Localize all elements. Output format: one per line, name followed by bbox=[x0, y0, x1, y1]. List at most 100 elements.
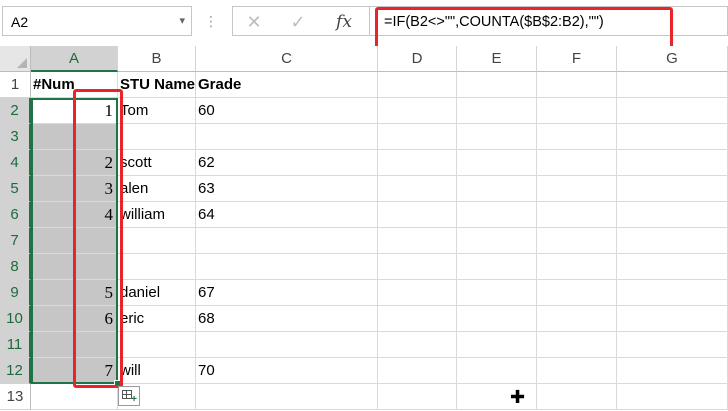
row-header-7[interactable]: 7 bbox=[0, 228, 31, 254]
row-header-11[interactable]: 11 bbox=[0, 332, 31, 358]
row-header-3[interactable]: 3 bbox=[0, 124, 31, 150]
cell-e11[interactable] bbox=[457, 332, 537, 358]
cell-b1[interactable]: STU Name bbox=[118, 72, 196, 98]
cell-a4[interactable]: 2 bbox=[31, 150, 118, 176]
row-header-6[interactable]: 6 bbox=[0, 202, 31, 228]
cell-c6[interactable]: 64 bbox=[196, 202, 378, 228]
dropdown-arrow-icon[interactable]: ▾ bbox=[179, 14, 185, 27]
cell-a8[interactable] bbox=[31, 254, 118, 280]
cell-c1[interactable]: Grade bbox=[196, 72, 378, 98]
cell-a10[interactable]: 6 bbox=[31, 306, 118, 332]
cell-a1[interactable]: #Num bbox=[31, 72, 118, 98]
row-header-12[interactable]: 12 bbox=[0, 358, 31, 384]
cell-c13[interactable] bbox=[196, 384, 378, 410]
cell-b3[interactable] bbox=[118, 124, 196, 150]
cell-c11[interactable] bbox=[196, 332, 378, 358]
cell-f1[interactable] bbox=[537, 72, 617, 98]
cell-a5[interactable]: 3 bbox=[31, 176, 118, 202]
cell-c3[interactable] bbox=[196, 124, 378, 150]
enter-icon[interactable]: ✓ bbox=[285, 11, 311, 33]
cell-f11[interactable] bbox=[537, 332, 617, 358]
row-header-9[interactable]: 9 bbox=[0, 280, 31, 306]
cell-g11[interactable] bbox=[617, 332, 728, 358]
cell-d12[interactable] bbox=[378, 358, 457, 384]
cell-c2[interactable]: 60 bbox=[196, 98, 378, 124]
cell-a11[interactable] bbox=[31, 332, 118, 358]
cell-d5[interactable] bbox=[378, 176, 457, 202]
quick-analysis-icon[interactable]: + bbox=[118, 386, 140, 406]
cell-g1[interactable] bbox=[617, 72, 728, 98]
cell-b6[interactable]: william bbox=[118, 202, 196, 228]
cell-e6[interactable] bbox=[457, 202, 537, 228]
cell-a7[interactable] bbox=[31, 228, 118, 254]
cell-d2[interactable] bbox=[378, 98, 457, 124]
cell-f2[interactable] bbox=[537, 98, 617, 124]
cell-a9[interactable]: 5 bbox=[31, 280, 118, 306]
row-header-13[interactable]: 13 bbox=[0, 384, 31, 410]
cell-e9[interactable] bbox=[457, 280, 537, 306]
cell-d9[interactable] bbox=[378, 280, 457, 306]
cell-d7[interactable] bbox=[378, 228, 457, 254]
cell-g10[interactable] bbox=[617, 306, 728, 332]
cell-c5[interactable]: 63 bbox=[196, 176, 378, 202]
cell-g3[interactable] bbox=[617, 124, 728, 150]
cell-c12[interactable]: 70 bbox=[196, 358, 378, 384]
cell-a2[interactable]: 1 bbox=[31, 98, 118, 124]
cell-a13[interactable] bbox=[31, 384, 118, 410]
cell-e3[interactable] bbox=[457, 124, 537, 150]
cell-e8[interactable] bbox=[457, 254, 537, 280]
cell-a12[interactable]: 7 bbox=[31, 358, 118, 384]
cell-f6[interactable] bbox=[537, 202, 617, 228]
cell-c8[interactable] bbox=[196, 254, 378, 280]
cell-f12[interactable] bbox=[537, 358, 617, 384]
cell-d4[interactable] bbox=[378, 150, 457, 176]
cell-f8[interactable] bbox=[537, 254, 617, 280]
cell-d10[interactable] bbox=[378, 306, 457, 332]
cell-f10[interactable] bbox=[537, 306, 617, 332]
cell-d1[interactable] bbox=[378, 72, 457, 98]
cell-c9[interactable]: 67 bbox=[196, 280, 378, 306]
cell-b12[interactable]: will bbox=[118, 358, 196, 384]
fx-icon[interactable]: fx bbox=[331, 11, 357, 33]
cell-e12[interactable] bbox=[457, 358, 537, 384]
column-header-f[interactable]: F bbox=[537, 46, 617, 72]
cell-e1[interactable] bbox=[457, 72, 537, 98]
cell-e7[interactable] bbox=[457, 228, 537, 254]
cell-b2[interactable]: Tom bbox=[118, 98, 196, 124]
cell-g5[interactable] bbox=[617, 176, 728, 202]
row-header-4[interactable]: 4 bbox=[0, 150, 31, 176]
cell-g9[interactable] bbox=[617, 280, 728, 306]
cell-g4[interactable] bbox=[617, 150, 728, 176]
column-header-d[interactable]: D bbox=[378, 46, 457, 72]
cell-d6[interactable] bbox=[378, 202, 457, 228]
column-header-a[interactable]: A bbox=[31, 46, 118, 72]
cell-g7[interactable] bbox=[617, 228, 728, 254]
cell-f4[interactable] bbox=[537, 150, 617, 176]
cell-g13[interactable] bbox=[617, 384, 728, 410]
cell-f9[interactable] bbox=[537, 280, 617, 306]
cell-b9[interactable]: daniel bbox=[118, 280, 196, 306]
column-header-c[interactable]: C bbox=[196, 46, 378, 72]
row-header-5[interactable]: 5 bbox=[0, 176, 31, 202]
cell-f5[interactable] bbox=[537, 176, 617, 202]
cell-a6[interactable]: 4 bbox=[31, 202, 118, 228]
cell-e2[interactable] bbox=[457, 98, 537, 124]
cell-g2[interactable] bbox=[617, 98, 728, 124]
cell-e10[interactable] bbox=[457, 306, 537, 332]
column-header-g[interactable]: G bbox=[617, 46, 728, 72]
cell-b7[interactable] bbox=[118, 228, 196, 254]
cell-b11[interactable] bbox=[118, 332, 196, 358]
cell-b10[interactable]: eric bbox=[118, 306, 196, 332]
cell-f13[interactable] bbox=[537, 384, 617, 410]
select-all-corner[interactable] bbox=[0, 46, 31, 72]
cell-c7[interactable] bbox=[196, 228, 378, 254]
column-header-b[interactable]: B bbox=[118, 46, 196, 72]
cell-a3[interactable] bbox=[31, 124, 118, 150]
cell-d8[interactable] bbox=[378, 254, 457, 280]
cell-d13[interactable] bbox=[378, 384, 457, 410]
cell-g6[interactable] bbox=[617, 202, 728, 228]
cell-g8[interactable] bbox=[617, 254, 728, 280]
row-header-8[interactable]: 8 bbox=[0, 254, 31, 280]
cell-g12[interactable] bbox=[617, 358, 728, 384]
cell-e5[interactable] bbox=[457, 176, 537, 202]
